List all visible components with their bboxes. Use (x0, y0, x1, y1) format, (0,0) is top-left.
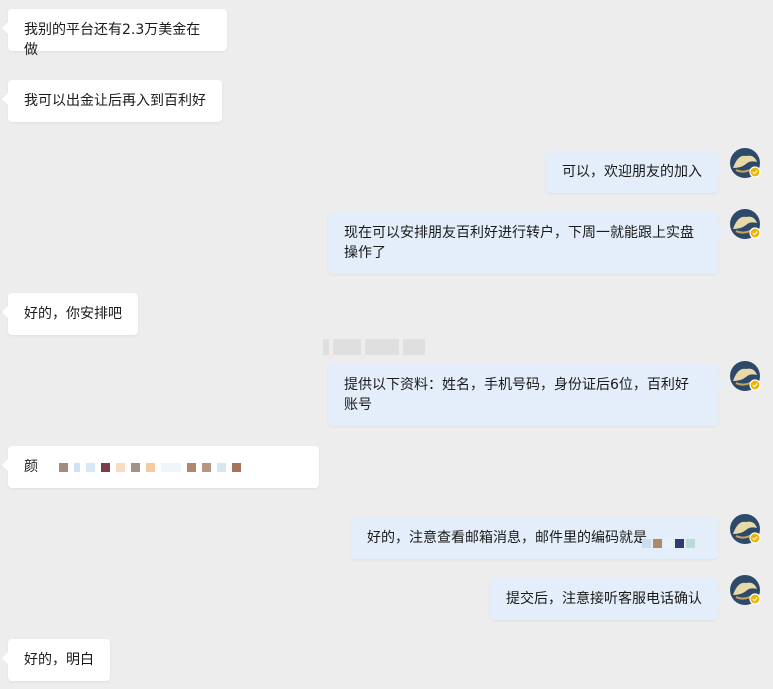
message-bubble-incoming: 我别的平台还有2.3万美金在做 (2, 9, 227, 58)
message-text: 颜 (24, 459, 38, 475)
message-bubble-outgoing: 现在可以安排朋友百利好进行转户，下周一就能跟上实盘操作了 (328, 212, 724, 274)
verified-badge-icon (749, 532, 761, 544)
verified-badge-icon (749, 593, 761, 605)
user-avatar-icon (730, 148, 761, 178)
verified-badge-icon (749, 227, 761, 239)
avatar[interactable] (730, 148, 761, 178)
user-avatar-icon (730, 361, 761, 391)
message-bubble-outgoing: 提交后，注意接听客服电话确认 (490, 578, 724, 620)
verified-badge-icon (749, 379, 761, 391)
message-text: 好的，你安排吧 (24, 306, 122, 322)
message-bubble-incoming: 我可以出金让后再入到百利好 (2, 80, 222, 122)
message-text: 我别的平台还有2.3万美金在做 (24, 22, 201, 58)
message-bubble-outgoing: 可以，欢迎朋友的加入 (546, 151, 724, 193)
message-text: 我可以出金让后再入到百利好 (24, 93, 206, 109)
message-bubble-outgoing: 提供以下资料：姓名，手机号码，身份证后6位，百利好账号 (328, 364, 724, 426)
verified-badge-icon (749, 166, 761, 178)
user-avatar-icon (730, 514, 761, 544)
user-avatar-icon (730, 575, 761, 605)
message-bubble-incoming: 好的，明白 (2, 639, 110, 681)
avatar[interactable] (730, 209, 761, 239)
message-bubble-incoming: 颜 (2, 446, 319, 488)
message-text: 可以，欢迎朋友的加入 (562, 164, 702, 180)
avatar[interactable] (730, 514, 761, 544)
redacted-content (641, 533, 696, 553)
message-text: 好的，注意查看邮箱消息，邮件里的编码就是 (367, 530, 647, 546)
redacted-system-notice (323, 337, 453, 357)
message-text: 好的，明白 (24, 652, 94, 668)
avatar[interactable] (730, 575, 761, 605)
message-text: 提交后，注意接听客服电话确认 (506, 591, 702, 607)
message-bubble-outgoing: 好的，注意查看邮箱消息，邮件里的编码就是 (351, 517, 718, 559)
user-avatar-icon (730, 209, 761, 239)
avatar[interactable] (730, 361, 761, 391)
redacted-content (56, 459, 244, 475)
message-text: 提供以下资料：姓名，手机号码，身份证后6位，百利好账号 (344, 377, 689, 413)
message-text: 现在可以安排朋友百利好进行转户，下周一就能跟上实盘操作了 (344, 225, 694, 261)
message-bubble-incoming: 好的，你安排吧 (2, 293, 138, 335)
